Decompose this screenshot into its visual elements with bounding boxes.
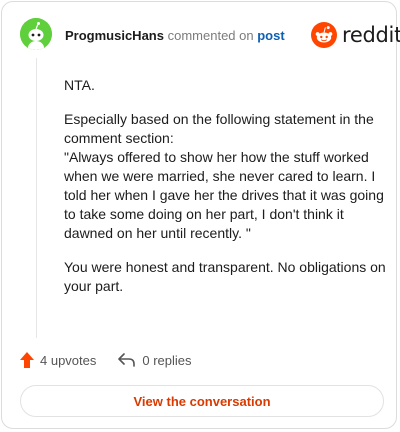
snoo-avatar-icon xyxy=(20,18,52,50)
comment-header: ProgmusicHans commented on post xyxy=(65,28,285,44)
reddit-snoo-icon xyxy=(311,22,337,48)
reddit-wordmark: reddit xyxy=(342,23,400,47)
reply-count: 0 replies xyxy=(142,352,192,368)
upvote-count: 4 upvotes xyxy=(40,352,97,368)
thread-line xyxy=(36,58,37,338)
comment-paragraph: NTA. xyxy=(64,77,95,93)
post-link[interactable]: post xyxy=(257,28,284,43)
reply-button[interactable]: 0 replies xyxy=(118,352,192,368)
username[interactable]: ProgmusicHans xyxy=(65,28,164,43)
comment-paragraph: You were honest and transparent. No obli… xyxy=(64,259,386,294)
upvote-button[interactable]: 4 upvotes xyxy=(20,352,96,368)
upvote-arrow-icon xyxy=(20,352,34,368)
comment-paragraph: Especially based on the following statem… xyxy=(64,111,374,146)
comment-actions: 4 upvotes 0 replies xyxy=(20,350,214,370)
reddit-logo[interactable]: reddit xyxy=(311,21,400,49)
comment-quote: "Always offered to show her how the stuf… xyxy=(64,149,384,241)
header-action-text: commented on xyxy=(167,28,254,43)
reply-arrow-icon xyxy=(118,353,136,367)
comment-card: ProgmusicHans commented on post reddit N… xyxy=(1,1,400,429)
avatar[interactable] xyxy=(20,18,52,50)
comment-body: NTA. Especially based on the following s… xyxy=(64,76,390,311)
view-conversation-button[interactable]: View the conversation xyxy=(20,385,384,417)
